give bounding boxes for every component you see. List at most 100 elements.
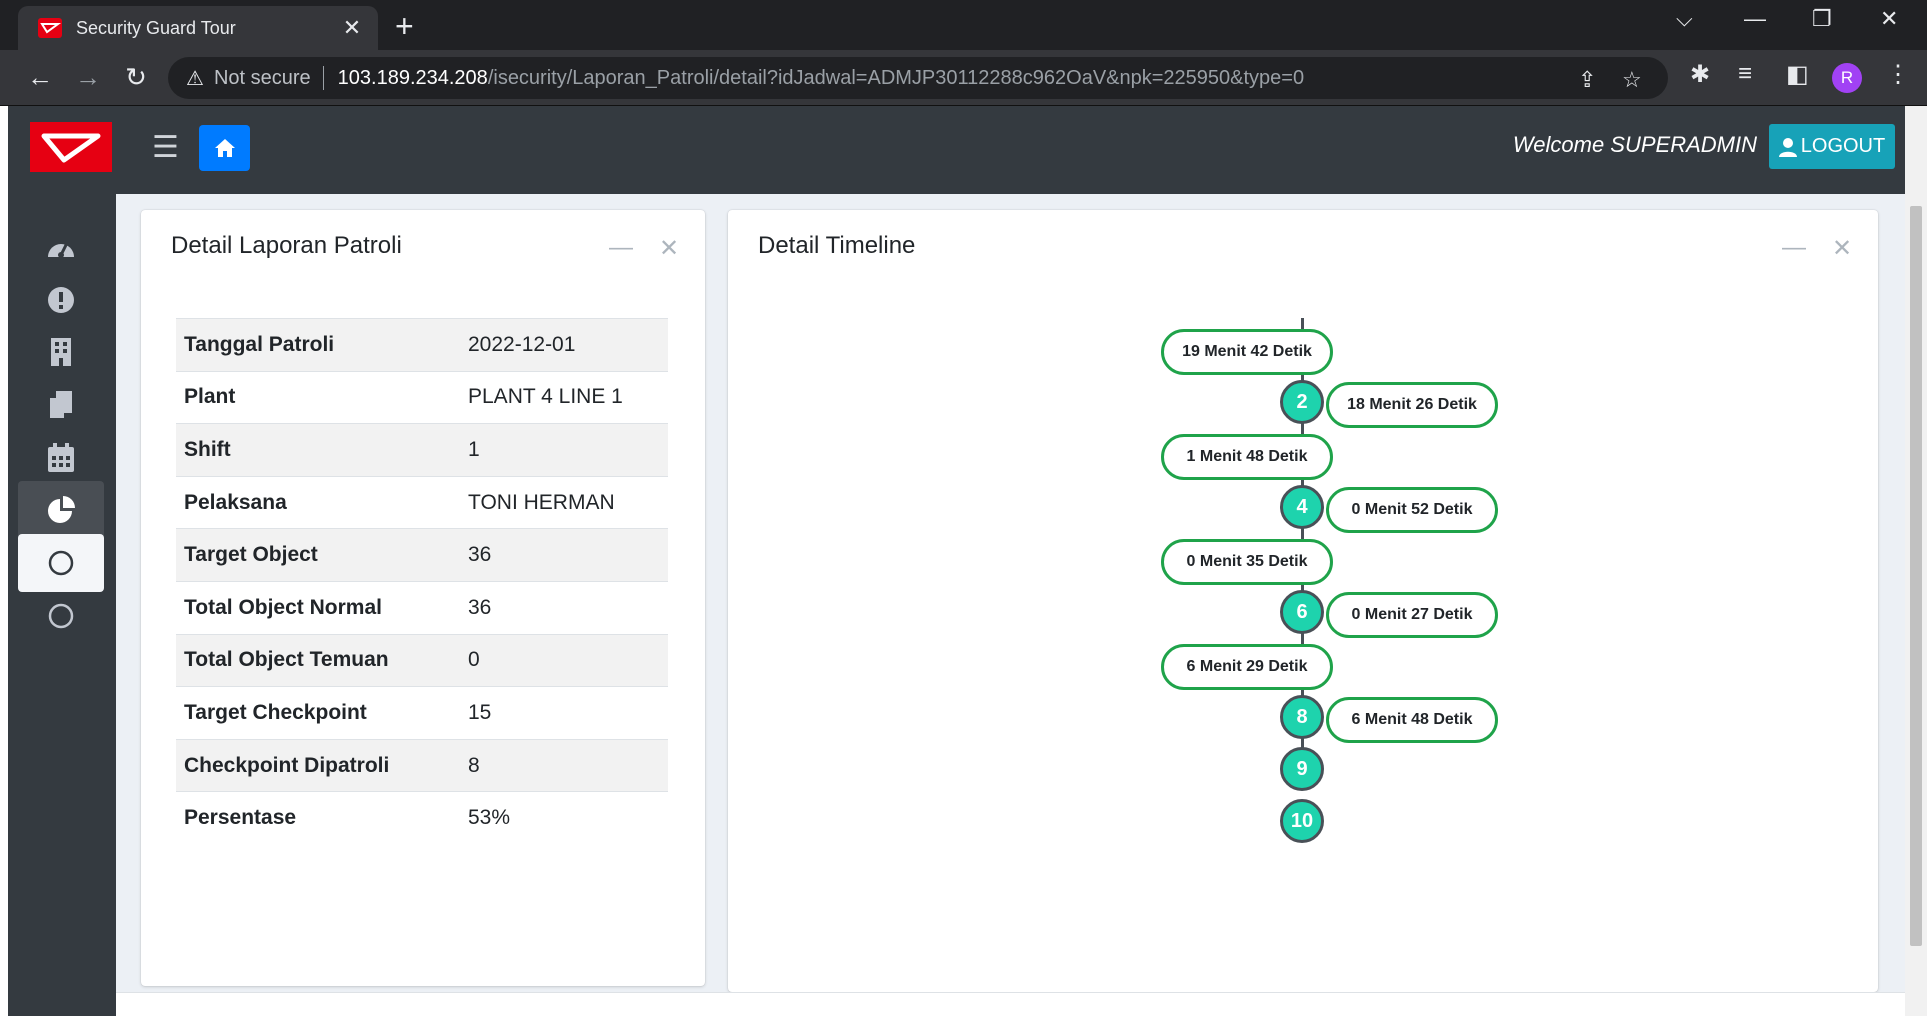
profile-avatar[interactable]: R bbox=[1832, 63, 1862, 93]
row-value: 0 bbox=[460, 633, 668, 687]
logout-button[interactable]: LOGOUT bbox=[1769, 124, 1895, 169]
table-row: Persentase 53% bbox=[176, 791, 668, 845]
timeline-node[interactable]: 10 bbox=[1280, 799, 1324, 843]
table-row: Total Object Normal 36 bbox=[176, 580, 668, 635]
hamburger-menu-icon[interactable]: ☰ bbox=[152, 130, 179, 165]
row-value: PLANT 4 LINE 1 bbox=[460, 370, 668, 424]
row-value: 53% bbox=[460, 791, 668, 845]
timeline-duration-label: 18 Menit 26 Detik bbox=[1326, 381, 1498, 428]
logout-label: LOGOUT bbox=[1800, 135, 1886, 157]
sidebar-item-active-circle[interactable] bbox=[18, 534, 104, 592]
daihatsu-favicon-icon bbox=[38, 18, 62, 38]
report-card: Detail Laporan Patroli — ✕ Tanggal Patro… bbox=[141, 210, 705, 986]
share-icon[interactable]: ⇪ bbox=[1578, 67, 1596, 93]
row-value: TONI HERMAN bbox=[460, 475, 668, 529]
timeline-duration-label: 19 Menit 42 Detik bbox=[1161, 329, 1333, 375]
circle-icon bbox=[48, 603, 74, 629]
timeline-duration-label: 0 Menit 27 Detik bbox=[1326, 591, 1498, 638]
timeline-card-title: Detail Timeline bbox=[758, 232, 916, 259]
close-card-icon[interactable]: ✕ bbox=[1832, 234, 1852, 263]
restore-icon[interactable]: ❐ bbox=[1812, 6, 1832, 32]
row-value: 2022-12-01 bbox=[460, 318, 668, 372]
top-navbar: ☰ Welcome SUPERADMIN LOGOUT bbox=[8, 106, 1905, 194]
row-value: 8 bbox=[460, 738, 668, 792]
welcome-text: Welcome SUPERADMIN bbox=[1512, 132, 1757, 157]
security-label[interactable]: Not secure bbox=[214, 67, 311, 90]
timeline-node[interactable]: 6 bbox=[1280, 590, 1324, 634]
sidebar-item-building[interactable] bbox=[18, 323, 104, 381]
home-button[interactable] bbox=[199, 125, 250, 171]
report-card-title: Detail Laporan Patroli bbox=[171, 232, 402, 259]
sidebar-item-calendar[interactable] bbox=[18, 429, 104, 487]
row-label: Tanggal Patroli bbox=[176, 318, 460, 372]
new-tab-icon[interactable]: + bbox=[395, 8, 414, 45]
timeline-node[interactable]: 8 bbox=[1280, 695, 1324, 739]
close-tab-icon[interactable]: ✕ bbox=[340, 15, 364, 41]
row-label: Total Object Normal bbox=[176, 580, 460, 635]
url-host: 103.189.234.208 bbox=[337, 66, 488, 89]
sidebar bbox=[8, 194, 116, 1016]
app-viewport: ☰ Welcome SUPERADMIN LOGOUT Detail Lapor… bbox=[0, 106, 1927, 1016]
table-row: Plant PLANT 4 LINE 1 bbox=[176, 370, 668, 424]
menu-kebab-icon[interactable]: ⋮ bbox=[1886, 60, 1910, 89]
timeline-duration-label: 6 Menit 48 Detik bbox=[1326, 696, 1498, 743]
page-scrollbar[interactable] bbox=[1905, 106, 1927, 1016]
daihatsu-logo-icon bbox=[41, 133, 101, 163]
media-control-icon[interactable]: ≡ bbox=[1738, 60, 1752, 88]
collapse-icon[interactable]: — bbox=[609, 234, 633, 262]
browser-toolbar: ← → ↻ ⚠ Not secure 103.189.234.208 /isec… bbox=[0, 50, 1927, 106]
tab-search-icon[interactable]: ⌵ bbox=[1676, 6, 1693, 32]
url-path: /isecurity/Laporan_Patroli/detail?idJadw… bbox=[487, 66, 1305, 89]
reload-icon[interactable]: ↻ bbox=[120, 62, 152, 93]
brand-logo[interactable] bbox=[30, 122, 112, 172]
row-value: 36 bbox=[460, 528, 668, 582]
footer bbox=[116, 992, 1905, 1016]
timeline-duration-label: 0 Menit 52 Detik bbox=[1326, 486, 1498, 533]
documents-icon bbox=[48, 391, 72, 420]
back-icon[interactable]: ← bbox=[24, 62, 56, 93]
sidebar-item-report[interactable] bbox=[18, 481, 104, 539]
table-row: Target Checkpoint 15 bbox=[176, 686, 668, 740]
timeline-node[interactable]: 4 bbox=[1280, 485, 1324, 529]
row-label: Persentase bbox=[176, 791, 460, 845]
row-value: 36 bbox=[460, 580, 668, 635]
bookmark-star-icon[interactable]: ☆ bbox=[1622, 67, 1642, 93]
side-panel-icon[interactable]: ◧ bbox=[1786, 60, 1809, 89]
window-close-icon[interactable]: ✕ bbox=[1880, 6, 1898, 32]
tab-title: Security Guard Tour bbox=[76, 17, 236, 38]
divider bbox=[322, 66, 324, 90]
scrollbar-thumb[interactable] bbox=[1910, 206, 1922, 946]
report-table: Tanggal Patroli 2022-12-01 Plant PLANT 4 LI… bbox=[176, 318, 668, 845]
pie-chart-icon bbox=[48, 496, 75, 523]
minimize-icon[interactable]: — bbox=[1744, 6, 1766, 32]
sidebar-item-documents[interactable] bbox=[18, 376, 104, 434]
collapse-icon[interactable]: — bbox=[1782, 234, 1806, 262]
timeline-duration-label: 1 Menit 48 Detik bbox=[1161, 434, 1333, 480]
row-label: Target Checkpoint bbox=[176, 686, 460, 740]
forward-icon[interactable]: → bbox=[72, 62, 104, 93]
dashboard-icon bbox=[48, 242, 74, 258]
building-icon bbox=[51, 338, 71, 366]
browser-tab-bar: Security Guard Tour ✕ + ⌵ — ❐ ✕ bbox=[0, 0, 1927, 50]
row-value: 15 bbox=[460, 686, 668, 740]
warning-icon[interactable]: ⚠ bbox=[186, 66, 204, 91]
sidebar-item-alert[interactable] bbox=[18, 271, 104, 329]
table-row: Target Object 36 bbox=[176, 528, 668, 582]
sidebar-item-circle[interactable] bbox=[18, 587, 104, 645]
sidebar-item-dashboard[interactable] bbox=[18, 218, 104, 276]
timeline-duration-label: 0 Menit 35 Detik bbox=[1161, 539, 1333, 585]
table-row: Shift 1 bbox=[176, 423, 668, 477]
row-value: 1 bbox=[460, 423, 668, 477]
table-row: Checkpoint Dipatroli 8 bbox=[176, 738, 668, 792]
address-bar[interactable]: ⚠ Not secure 103.189.234.208 /isecurity/… bbox=[168, 57, 1668, 99]
table-row: Total Object Temuan 0 bbox=[176, 633, 668, 687]
browser-tab[interactable]: Security Guard Tour ✕ bbox=[18, 6, 378, 50]
table-row: Pelaksana TONI HERMAN bbox=[176, 475, 668, 529]
row-label: Checkpoint Dipatroli bbox=[176, 738, 460, 792]
extensions-icon[interactable]: ✱ bbox=[1690, 60, 1710, 89]
timeline-node[interactable]: 9 bbox=[1280, 747, 1324, 791]
timeline-node[interactable]: 2 bbox=[1280, 380, 1324, 424]
close-card-icon[interactable]: ✕ bbox=[659, 234, 679, 263]
circle-icon bbox=[48, 550, 74, 576]
row-label: Plant bbox=[176, 370, 460, 424]
